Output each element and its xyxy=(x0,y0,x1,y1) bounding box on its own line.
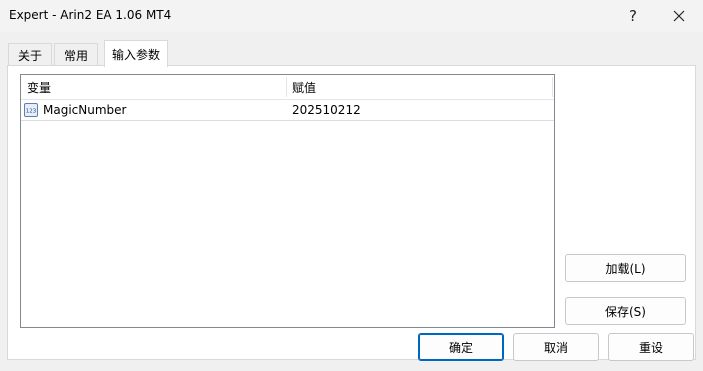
svg-text:123: 123 xyxy=(26,109,37,115)
help-icon: ? xyxy=(629,7,637,25)
column-header-variable[interactable]: 变量 xyxy=(27,75,51,99)
column-divider[interactable] xyxy=(552,77,553,97)
integer-param-icon: 123 xyxy=(24,103,38,117)
table-row[interactable]: 123 MagicNumber 202510212 xyxy=(21,100,554,121)
help-button[interactable]: ? xyxy=(610,0,656,32)
reset-button[interactable]: 重设 xyxy=(608,333,694,361)
tab-about[interactable]: 关于 xyxy=(8,43,52,66)
param-value[interactable]: 202510212 xyxy=(292,103,361,117)
window-title: Expert - Arin2 EA 1.06 MT4 xyxy=(9,8,172,22)
column-header-value[interactable]: 赋值 xyxy=(292,75,316,99)
tab-inputs[interactable]: 输入参数 xyxy=(104,40,168,67)
title-bar: Expert - Arin2 EA 1.06 MT4 ? xyxy=(0,0,703,32)
load-button[interactable]: 加载(L) xyxy=(565,254,686,282)
parameters-table[interactable]: 变量 赋值 123 MagicNumber 202510212 xyxy=(20,74,555,328)
ok-button[interactable]: 确定 xyxy=(418,333,504,361)
param-name: MagicNumber xyxy=(43,103,127,117)
close-button[interactable] xyxy=(656,0,702,32)
table-header: 变量 赋值 xyxy=(21,75,554,100)
save-button[interactable]: 保存(S) xyxy=(565,297,686,325)
tab-common[interactable]: 常用 xyxy=(54,43,98,66)
close-icon xyxy=(673,10,685,22)
cancel-button[interactable]: 取消 xyxy=(513,333,599,361)
column-divider[interactable] xyxy=(286,77,287,97)
